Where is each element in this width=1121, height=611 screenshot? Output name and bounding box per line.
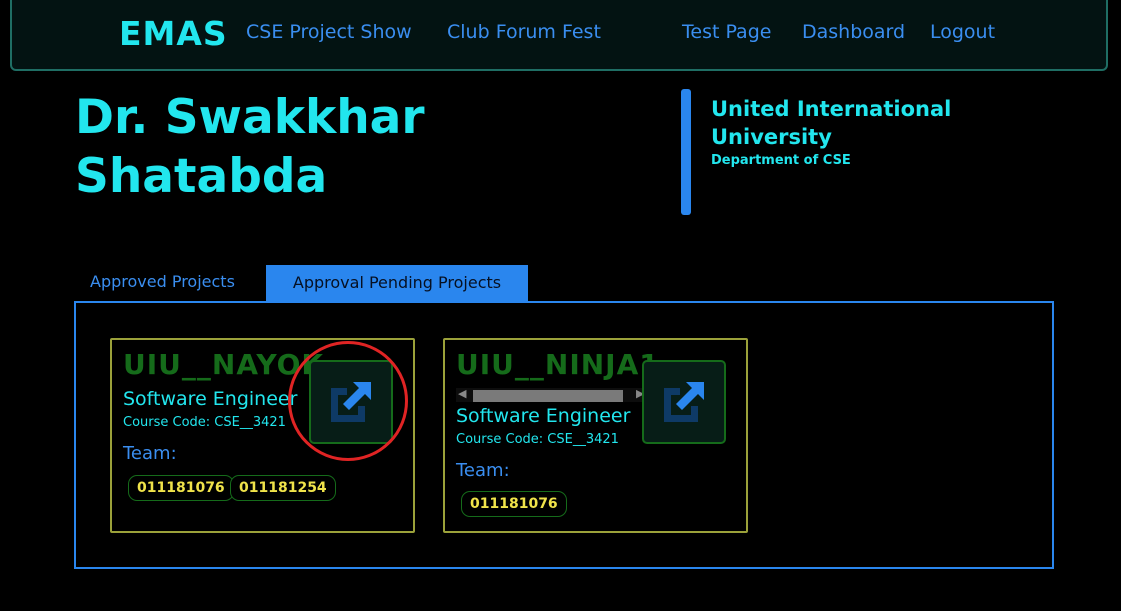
annotation-highlight-circle [288, 341, 408, 461]
tab-approved-projects[interactable]: Approved Projects [76, 264, 249, 300]
member-id-badge: 011181254 [230, 475, 336, 501]
nav-link-logout[interactable]: Logout [930, 21, 995, 43]
nav-link-test-page[interactable]: Test Page [682, 21, 771, 43]
course-code: Course Code: CSE__3421 [456, 432, 619, 447]
tab-approval-pending-projects[interactable]: Approval Pending Projects [266, 265, 528, 301]
course-name: Software Engineer [456, 405, 631, 427]
scrollbar-thumb[interactable] [473, 390, 623, 402]
horizontal-scrollbar[interactable]: ◀ ▶ [456, 387, 644, 402]
team-label: Team: [456, 460, 510, 481]
member-id-badge: 011181076 [128, 475, 234, 501]
team-label: Team: [123, 443, 177, 464]
nav-link-cse-project-show[interactable]: CSE Project Show [246, 21, 412, 43]
external-link-icon [664, 382, 704, 422]
nav-link-dashboard[interactable]: Dashboard [802, 21, 905, 43]
course-code: Course Code: CSE__3421 [123, 415, 286, 430]
department-name: Department of CSE [711, 153, 851, 168]
university-name: United International University [711, 97, 952, 149]
professor-name: Dr. Swakkhar Shatabda [75, 90, 425, 204]
project-card: UIU__NINJA1 ◀ ▶ Software Engineer Course… [443, 338, 748, 533]
nav-link-club-forum-fest[interactable]: Club Forum Fest [447, 21, 601, 43]
member-id-badge: 011181076 [461, 491, 567, 517]
team-name: UIU__NINJA1 [456, 348, 660, 381]
course-name: Software Engineer [123, 388, 298, 410]
scroll-left-arrow-icon[interactable]: ◀ [458, 387, 466, 400]
open-project-button[interactable] [642, 360, 726, 444]
divider-bar [681, 89, 691, 215]
brand-logo[interactable]: EMAS [119, 14, 228, 53]
navbar: EMAS CSE Project Show Club Forum Fest Te… [10, 0, 1108, 71]
